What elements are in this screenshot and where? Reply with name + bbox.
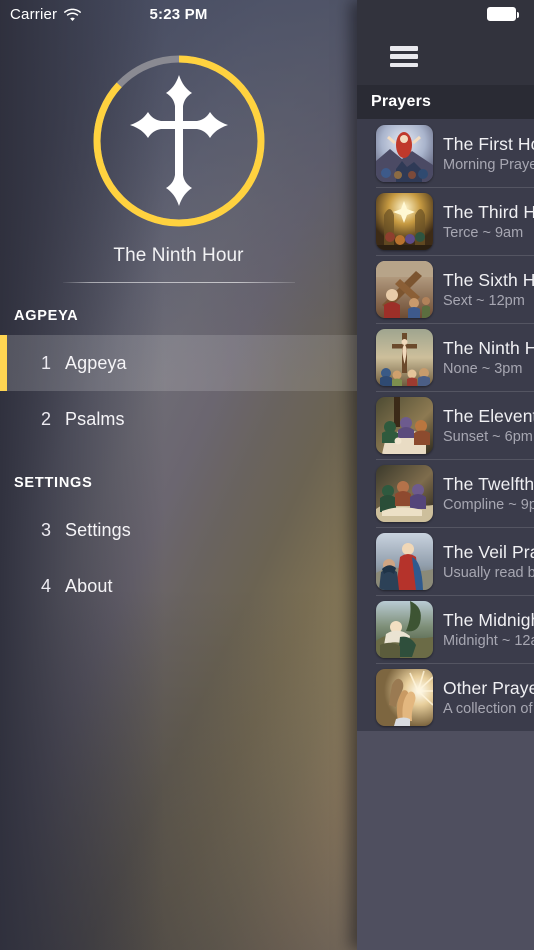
list-item-text: The First Hour Morning Prayer ~ 6am: [443, 134, 534, 173]
list-item[interactable]: The Veil Prayer Usually read by monks: [357, 527, 534, 595]
status-bar: Carrier 5:23 PM: [0, 0, 357, 28]
clock-label: 5:23 PM: [149, 5, 208, 23]
list-item-text: Other Prayers A collection of prayers: [443, 678, 534, 717]
prayer-subtitle: None ~ 3pm: [443, 360, 523, 377]
app-screen: Carrier 5:23 PM The Ninth Hour AGPEYA 1 …: [0, 0, 534, 950]
menu-item-number: 4: [41, 575, 52, 596]
hamburger-bar: [390, 46, 418, 51]
menu-item-label: Psalms: [65, 408, 125, 429]
hamburger-bar: [390, 62, 418, 67]
list-item-text: The Twelfth Hour Compline ~ 9pm: [443, 474, 534, 513]
prayer-title: The First Hour: [443, 133, 534, 154]
list-item-text: The Ninth Hour None ~ 3pm: [443, 338, 534, 377]
sidebar-item-psalms[interactable]: 2 Psalms: [0, 391, 357, 447]
prayer-title: The Eleventh Hour: [443, 405, 534, 426]
selection-accent-bar: [0, 335, 7, 391]
title-divider: [62, 282, 295, 283]
prayers-navbar: [357, 28, 534, 85]
list-item[interactable]: The Third Hour Terce ~ 9am: [357, 187, 534, 255]
menu-group-settings: 3 Settings 4 About: [0, 502, 357, 614]
prayer-title: The Veil Prayer: [443, 541, 534, 562]
prayer-subtitle: A collection of prayers: [443, 700, 534, 717]
prayer-subtitle: Compline ~ 9pm: [443, 496, 534, 513]
prayer-title: The Midnight Hour: [443, 609, 534, 630]
list-item[interactable]: The Sixth Hour Sext ~ 12pm: [357, 255, 534, 323]
prayer-subtitle: Terce ~ 9am: [443, 224, 524, 241]
lamentation-icon: [376, 396, 433, 454]
list-item-text: The Sixth Hour Sext ~ 12pm: [443, 270, 534, 309]
agony-in-garden-icon: [376, 600, 433, 658]
prayers-header-title: Prayers: [371, 93, 432, 110]
prayer-title: Other Prayers: [443, 677, 534, 698]
prayer-subtitle: Usually read by monks: [443, 564, 534, 581]
entombment-icon: [376, 464, 433, 522]
menu-item-number: 2: [41, 408, 52, 429]
list-item-text: The Veil Prayer Usually read by monks: [443, 542, 534, 581]
carrying-the-cross-icon: [376, 260, 433, 318]
hamburger-menu-icon[interactable]: [390, 46, 418, 67]
prayers-status-bar: [357, 0, 534, 28]
prayer-title: The Sixth Hour: [443, 269, 534, 290]
sidebar-item-agpeya[interactable]: 1 Agpeya: [0, 335, 357, 391]
menu-item-label: About: [65, 575, 113, 596]
prayer-title: The Ninth Hour: [443, 337, 534, 358]
section-header-settings: SETTINGS: [14, 475, 93, 491]
current-hour-title: The Ninth Hour: [113, 245, 244, 266]
crucifixion-icon: [376, 328, 433, 386]
list-item-text: The Third Hour Terce ~ 9am: [443, 202, 534, 241]
prayer-subtitle: Sunset ~ 6pm: [443, 428, 533, 445]
prayers-list: The First Hour Morning Prayer ~ 6am: [357, 119, 534, 731]
prayers-section-header: Prayers: [357, 85, 534, 119]
list-item[interactable]: The Midnight Hour Midnight ~ 12am: [357, 595, 534, 663]
praying-hands-icon: [376, 668, 433, 726]
coptic-cross-icon: [89, 51, 269, 231]
sidebar-item-about[interactable]: 4 About: [0, 558, 357, 614]
prayer-title: The Twelfth Hour: [443, 473, 534, 494]
menu-item-label: Settings: [65, 519, 131, 540]
menu-group-agpeya: 1 Agpeya 2 Psalms: [0, 335, 357, 447]
prayer-subtitle: Sext ~ 12pm: [443, 292, 525, 309]
prayers-panel: Prayers The First Hour: [357, 0, 534, 950]
battery-full-icon: [487, 7, 519, 21]
list-item[interactable]: The Eleventh Hour Sunset ~ 6pm: [357, 391, 534, 459]
list-item[interactable]: The Twelfth Hour Compline ~ 9pm: [357, 459, 534, 527]
prayer-title: The Third Hour: [443, 201, 534, 222]
menu-item-number: 3: [41, 519, 52, 540]
pentecost-holy-spirit-icon: [376, 192, 433, 250]
menu-item-number: 1: [41, 352, 52, 373]
hour-progress-logo: [89, 51, 269, 231]
menu-item-label: Agpeya: [65, 352, 127, 373]
prayer-subtitle: Midnight ~ 12am: [443, 632, 534, 649]
list-item[interactable]: The First Hour Morning Prayer ~ 6am: [357, 119, 534, 187]
side-menu-panel: Carrier 5:23 PM The Ninth Hour AGPEYA 1 …: [0, 0, 357, 950]
resurrection-ascension-icon: [376, 124, 433, 182]
prayer-subtitle: Morning Prayer ~ 6am: [443, 156, 534, 173]
christ-and-woman-icon: [376, 532, 433, 590]
list-item-text: The Midnight Hour Midnight ~ 12am: [443, 610, 534, 649]
list-item[interactable]: Other Prayers A collection of prayers: [357, 663, 534, 731]
hamburger-bar: [390, 54, 418, 59]
prayers-list-empty-area: [357, 731, 534, 941]
sidebar-item-settings[interactable]: 3 Settings: [0, 502, 357, 558]
section-header-agpeya: AGPEYA: [14, 308, 79, 324]
list-item[interactable]: The Ninth Hour None ~ 3pm: [357, 323, 534, 391]
list-item-text: The Eleventh Hour Sunset ~ 6pm: [443, 406, 534, 445]
